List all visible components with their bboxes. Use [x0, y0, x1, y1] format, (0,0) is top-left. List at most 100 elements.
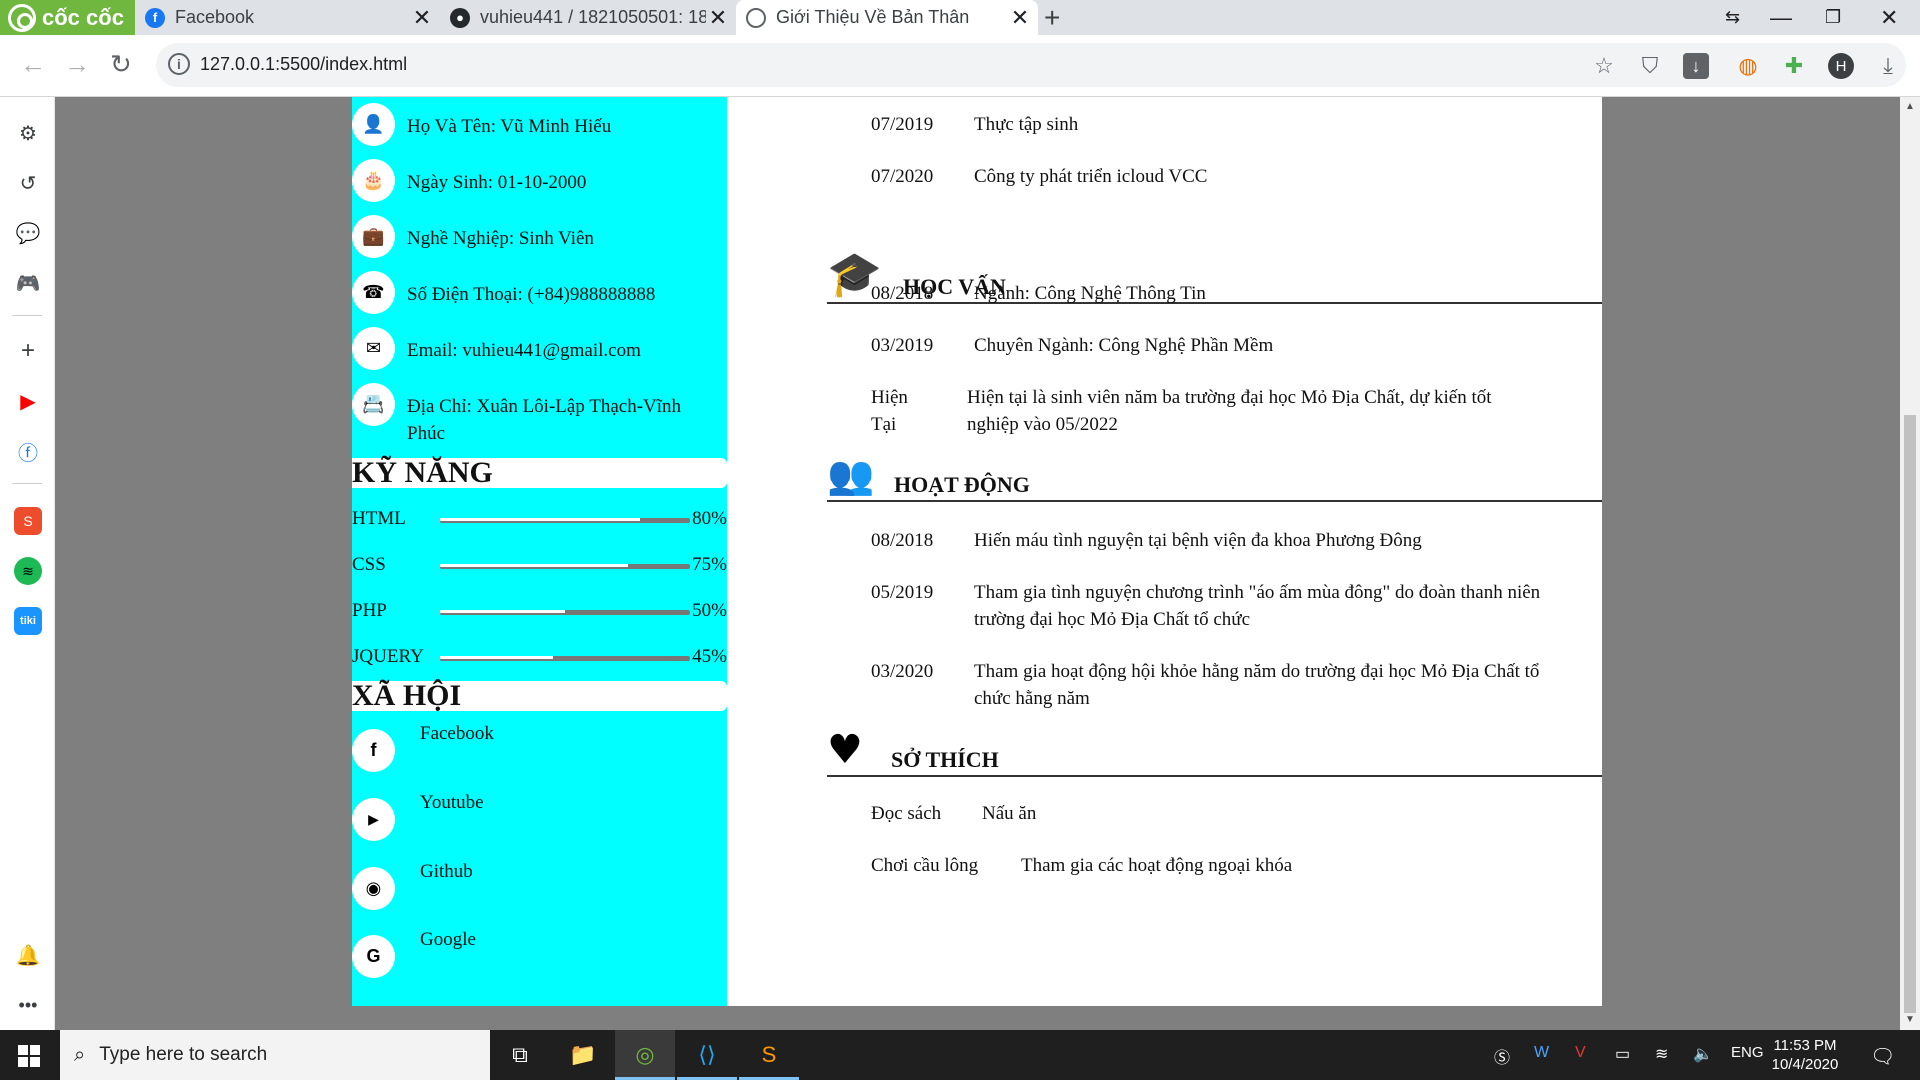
- sublime-taskbar-icon[interactable]: S: [739, 1030, 799, 1080]
- notification-bell-icon[interactable]: 🔔: [14, 941, 42, 969]
- file-explorer-icon[interactable]: 📁: [553, 1030, 613, 1080]
- tab-close-icon[interactable]: ✕: [706, 5, 730, 31]
- row-date: Hiện Tại: [871, 387, 908, 435]
- scroll-down-arrow-icon[interactable]: ▼: [1905, 1014, 1915, 1025]
- tiki-shortcut-icon[interactable]: tiki: [14, 607, 42, 635]
- close-window-icon[interactable]: ✕: [1880, 0, 1898, 35]
- search-icon: ⌕: [74, 1043, 86, 1066]
- bookmark-star-icon[interactable]: ☆: [1591, 53, 1617, 79]
- skill-percent: 80%: [692, 508, 727, 529]
- vscode-taskbar-icon[interactable]: ⟨⟩: [677, 1030, 737, 1080]
- info-birthday: 🎂 Ngày Sinh: 01-10-2000: [352, 159, 586, 202]
- spotify-shortcut-icon[interactable]: ≋: [14, 557, 42, 585]
- social-label[interactable]: Facebook: [420, 723, 494, 745]
- shield-icon[interactable]: ⛉: [1637, 53, 1663, 79]
- skill-name: CSS: [352, 554, 386, 575]
- add-shortcut-icon[interactable]: +: [14, 337, 42, 365]
- extensions-puzzle-icon[interactable]: ✚: [1781, 53, 1807, 79]
- skills-heading: KỸ NĂNG: [352, 458, 727, 488]
- tab-github[interactable]: ● vuhieu441 / 1821050501: 1821 ✕: [440, 0, 736, 35]
- reload-icon[interactable]: ↻: [110, 49, 132, 80]
- url-text[interactable]: 127.0.0.1:5500/index.html: [200, 54, 407, 75]
- tab-facebook[interactable]: f Facebook ✕: [135, 0, 440, 35]
- wifi-tray-icon[interactable]: ≋: [1655, 1044, 1668, 1064]
- skill-bar: [440, 610, 690, 615]
- row-date: 03/2020: [871, 661, 934, 682]
- tab-search-icon[interactable]: ⇆: [1725, 0, 1740, 35]
- coccoc-menu-button[interactable]: cốc cốc: [0, 0, 135, 35]
- taskbar-search[interactable]: ⌕ Type here to search: [60, 1030, 490, 1080]
- youtube-shortcut-icon[interactable]: ▶: [14, 387, 42, 415]
- hobbies-header: ♥ SỞ THÍCH: [827, 727, 1602, 777]
- facebook-shortcut-icon[interactable]: ⓕ: [14, 437, 42, 465]
- messenger-icon[interactable]: 💬: [14, 219, 42, 247]
- language-indicator[interactable]: ENG: [1731, 1044, 1764, 1061]
- social-github[interactable]: ◉ Github: [352, 861, 473, 910]
- page-scrollbar[interactable]: ▲ ▼: [1900, 97, 1920, 1030]
- info-address: 📇 Địa Chỉ: Xuân Lôi-Lập Thạch-Vĩnh Phúc: [352, 383, 712, 447]
- info-text: Email: vuhieu441@gmail.com: [407, 340, 641, 361]
- rail-separator: [12, 315, 42, 316]
- globe-favicon-icon: [746, 7, 766, 28]
- tab-gioi-thieu[interactable]: Giới Thiệu Về Bản Thân ✕: [736, 0, 1038, 35]
- row-desc: Hiện tại là sinh viên năm ba trường đại …: [967, 387, 1492, 435]
- hobbies-heading: SỞ THÍCH: [891, 747, 999, 772]
- search-placeholder[interactable]: Type here to search: [99, 1044, 267, 1066]
- scrollbar-thumb[interactable]: [1904, 415, 1916, 1013]
- windows-start-icon[interactable]: [18, 1045, 40, 1067]
- phone-icon: ☎: [352, 271, 395, 314]
- social-youtube[interactable]: ▶ Youtube: [352, 792, 484, 841]
- vivaldi-tray-icon[interactable]: V: [1575, 1044, 1586, 1062]
- social-label[interactable]: Youtube: [420, 792, 484, 814]
- facebook-icon: f: [352, 729, 395, 772]
- task-view-icon[interactable]: ⧉: [490, 1030, 550, 1080]
- more-options-icon[interactable]: •••: [14, 991, 42, 1019]
- birthday-cake-icon: 🎂: [352, 159, 395, 202]
- extension-round-icon[interactable]: ◍: [1735, 53, 1761, 79]
- info-email: ✉ Email: vuhieu441@gmail.com: [352, 327, 641, 370]
- coccoc-taskbar-icon[interactable]: ◎: [615, 1030, 675, 1080]
- facebook-favicon-icon: f: [145, 7, 165, 28]
- word-tray-icon[interactable]: W: [1534, 1044, 1549, 1062]
- shopee-shortcut-icon[interactable]: S: [14, 507, 42, 535]
- tab-close-icon[interactable]: ✕: [1008, 5, 1032, 31]
- tab-close-icon[interactable]: ✕: [410, 5, 434, 31]
- gamepad-icon[interactable]: 🎮: [14, 269, 42, 297]
- info-text: Địa Chỉ: Xuân Lôi-Lập Thạch-Vĩnh Phúc: [407, 396, 682, 444]
- social-label[interactable]: Github: [420, 861, 473, 883]
- new-tab-button[interactable]: +: [1044, 2, 1060, 34]
- downloads-icon[interactable]: ⤓: [1875, 53, 1901, 79]
- user-icon: 👤: [352, 103, 395, 146]
- info-text: Họ Và Tên: Vũ Minh Hiếu: [407, 116, 612, 137]
- social-facebook[interactable]: f Facebook: [352, 723, 494, 772]
- settings-gear-icon[interactable]: ⚙: [14, 119, 42, 147]
- tab-title: Facebook: [175, 7, 255, 27]
- volume-tray-icon[interactable]: 🔈: [1693, 1044, 1713, 1064]
- row-desc: Tham gia hoạt động hội khỏe hằng năm do …: [974, 661, 1540, 709]
- scroll-up-arrow-icon[interactable]: ▲: [1905, 101, 1915, 112]
- forward-icon[interactable]: →: [64, 49, 90, 80]
- minimize-icon[interactable]: —: [1770, 0, 1792, 35]
- back-icon[interactable]: ←: [20, 49, 46, 80]
- info-text: Ngày Sinh: 01-10-2000: [407, 172, 587, 193]
- tab-title: Giới Thiệu Về Bản Thân: [776, 7, 970, 27]
- social-label[interactable]: Google: [420, 929, 476, 951]
- skill-name: PHP: [352, 600, 387, 621]
- hobby-item: Đọc sách: [871, 803, 942, 824]
- action-center-icon[interactable]: 🗨: [1870, 1044, 1895, 1069]
- profile-avatar[interactable]: H: [1828, 53, 1854, 79]
- row-date: 07/2019: [871, 114, 934, 135]
- download-ext-icon[interactable]: ↓: [1683, 53, 1709, 79]
- skill-percent: 50%: [692, 600, 727, 621]
- battery-tray-icon[interactable]: ▭: [1615, 1044, 1630, 1064]
- activities-heading: HOẠT ĐỘNG: [894, 472, 1030, 497]
- site-info-icon[interactable]: i: [168, 53, 190, 75]
- skill-css: CSS 75%: [352, 552, 727, 580]
- skype-tray-icon[interactable]: Ⓢ: [1494, 1044, 1510, 1068]
- restore-icon[interactable]: ❐: [1825, 0, 1841, 35]
- taskbar-clock[interactable]: 11:53 PM 10/4/2020: [1760, 1036, 1850, 1074]
- social-google[interactable]: G Google: [352, 929, 476, 978]
- row-desc: Hiến máu tình nguyện tại bệnh viện đa kh…: [974, 530, 1422, 551]
- history-icon[interactable]: ↺: [14, 169, 42, 197]
- skill-percent: 45%: [692, 646, 727, 667]
